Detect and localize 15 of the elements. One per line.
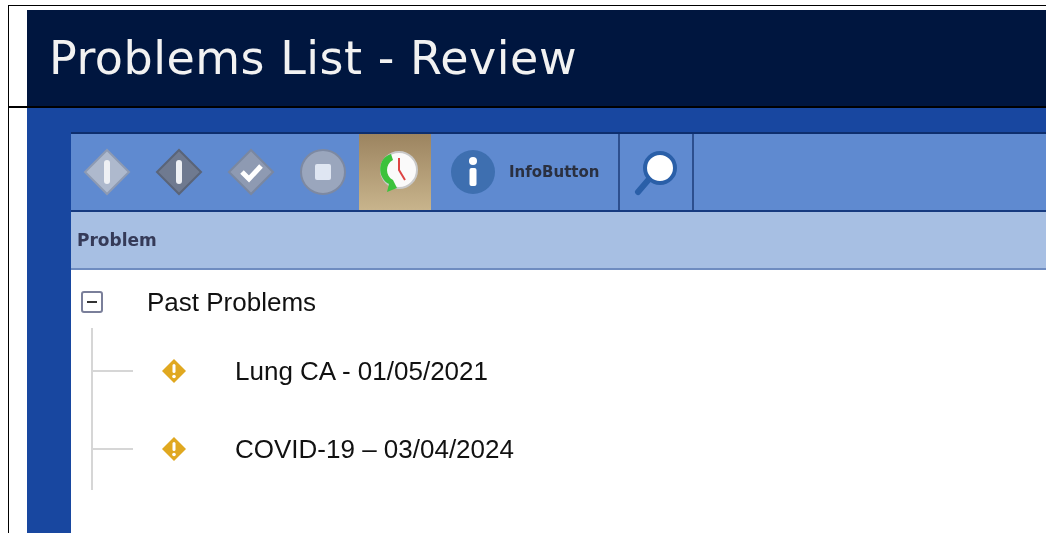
stop-icon	[299, 148, 347, 196]
alert-diamond-icon	[155, 148, 203, 196]
tree-item-label[interactable]: Lung CA - 01/05/2021	[235, 355, 488, 387]
warning-icon	[161, 436, 187, 462]
info-icon	[449, 148, 497, 196]
warning-icon	[161, 358, 187, 384]
collapse-toggle[interactable]	[81, 291, 103, 313]
check-diamond-icon	[227, 148, 275, 196]
column-title: Problem	[77, 230, 157, 250]
info-button[interactable]: InfoButton	[431, 134, 620, 210]
toolbar-button[interactable]	[359, 134, 431, 210]
window-title: Problems List - Review	[27, 10, 1046, 106]
tree-group-label[interactable]: Past Problems	[147, 286, 317, 318]
alert-diamond-icon	[83, 148, 131, 196]
tree-item-label[interactable]: COVID-19 – 03/04/2024	[235, 433, 514, 465]
